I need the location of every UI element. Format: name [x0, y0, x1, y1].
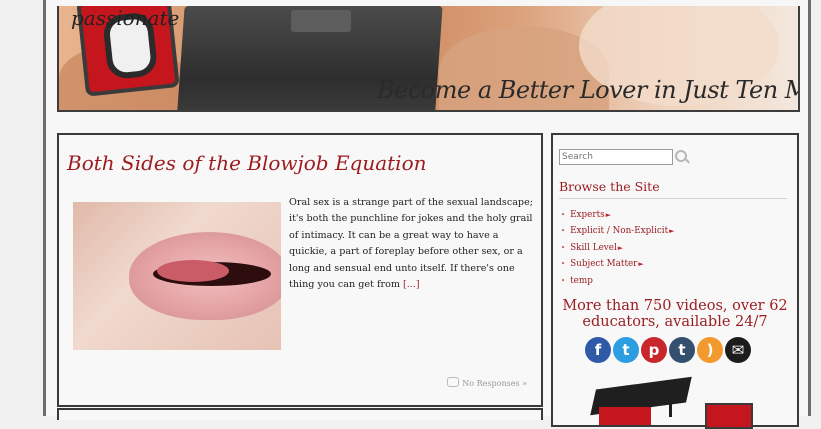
bullet-icon: •	[561, 243, 566, 252]
pinterest-glyph: p	[648, 341, 660, 359]
tassel-icon	[669, 393, 672, 417]
facebook-icon[interactable]: f	[585, 337, 611, 363]
tumblr-icon[interactable]: t	[669, 337, 695, 363]
comment-icon	[447, 377, 460, 387]
header-banner: passionate Become a Better Lover in Just…	[57, 6, 800, 112]
submenu-arrow-icon: ►	[638, 260, 644, 269]
next-post-card-edge	[57, 408, 543, 420]
graduation-cap-logo	[590, 376, 753, 429]
nav-item-subject-matter[interactable]: • Subject Matter►	[561, 256, 675, 272]
post-excerpt: Oral sex is a strange part of the sexual…	[289, 195, 537, 293]
bullet-icon: •	[561, 227, 566, 236]
nav-item-label[interactable]: Explicit / Non-Explicit	[570, 226, 668, 236]
tumblr-glyph: t	[678, 341, 686, 359]
twitter-icon[interactable]: t	[613, 337, 639, 363]
nav-item-experts[interactable]: • Experts►	[561, 207, 675, 223]
post-title[interactable]: Both Sides of the Blowjob Equation	[67, 151, 427, 175]
submenu-arrow-icon: ►	[605, 211, 612, 219]
comments-count[interactable]: No Responses »	[462, 379, 527, 388]
search-icon[interactable]	[675, 150, 687, 162]
nav-item-label[interactable]: Subject Matter	[570, 259, 637, 269]
promo-text: More than 750 videos, over 62 educators,…	[562, 298, 788, 330]
nav-item-label[interactable]: Experts	[570, 210, 604, 220]
site-tagline: Become a Better Lover in Just Ten Minute…	[377, 76, 798, 104]
email-icon[interactable]: ✉	[725, 337, 751, 363]
submenu-arrow-icon: ►	[669, 227, 675, 236]
browse-nav: • Experts► • Explicit / Non-Explicit► • Ski…	[561, 207, 675, 289]
social-icons: f t p t ) ✉	[585, 337, 751, 363]
site-logo-text[interactable]: passionate	[71, 6, 179, 30]
sidebar: Browse the Site •Experts► •Explicit / No…	[551, 133, 799, 429]
nav-item-explicit[interactable]: • Explicit / Non-Explicit►	[561, 223, 675, 239]
bullet-icon: •	[561, 260, 566, 269]
twitter-glyph: t	[622, 341, 630, 359]
post-excerpt-text: Oral sex is a strange part of the sexual…	[289, 197, 533, 291]
search-input[interactable]	[559, 149, 673, 165]
facebook-glyph: f	[594, 341, 602, 359]
bullet-icon: •	[561, 276, 566, 285]
post-card: Both Sides of the Blowjob Equation Oral …	[57, 133, 543, 407]
post-thumbnail[interactable]	[73, 202, 281, 350]
logo-red-block-right	[705, 403, 753, 429]
nav-item-temp[interactable]: • temp	[561, 273, 675, 289]
pinterest-icon[interactable]: p	[641, 337, 667, 363]
sidebar-heading: Browse the Site	[559, 179, 660, 194]
comments-link[interactable]: No Responses »	[447, 377, 527, 388]
nav-item-label[interactable]: Skill Level	[570, 243, 617, 253]
logo-red-block	[599, 407, 651, 425]
bullet-icon: •	[561, 211, 566, 219]
rss-glyph: )	[706, 341, 714, 359]
rss-icon[interactable]: )	[697, 337, 723, 363]
nav-item-skill-level[interactable]: • Skill Level►	[561, 240, 675, 256]
email-glyph: ✉	[731, 341, 745, 359]
read-more-link[interactable]: [...]	[403, 279, 420, 290]
thumbnail-tongue	[157, 260, 229, 282]
submenu-arrow-icon: ►	[617, 243, 624, 252]
nav-item-label[interactable]: temp	[570, 276, 593, 286]
banner-photo-laptop-hinge	[291, 10, 351, 32]
sidebar-divider	[559, 198, 787, 199]
